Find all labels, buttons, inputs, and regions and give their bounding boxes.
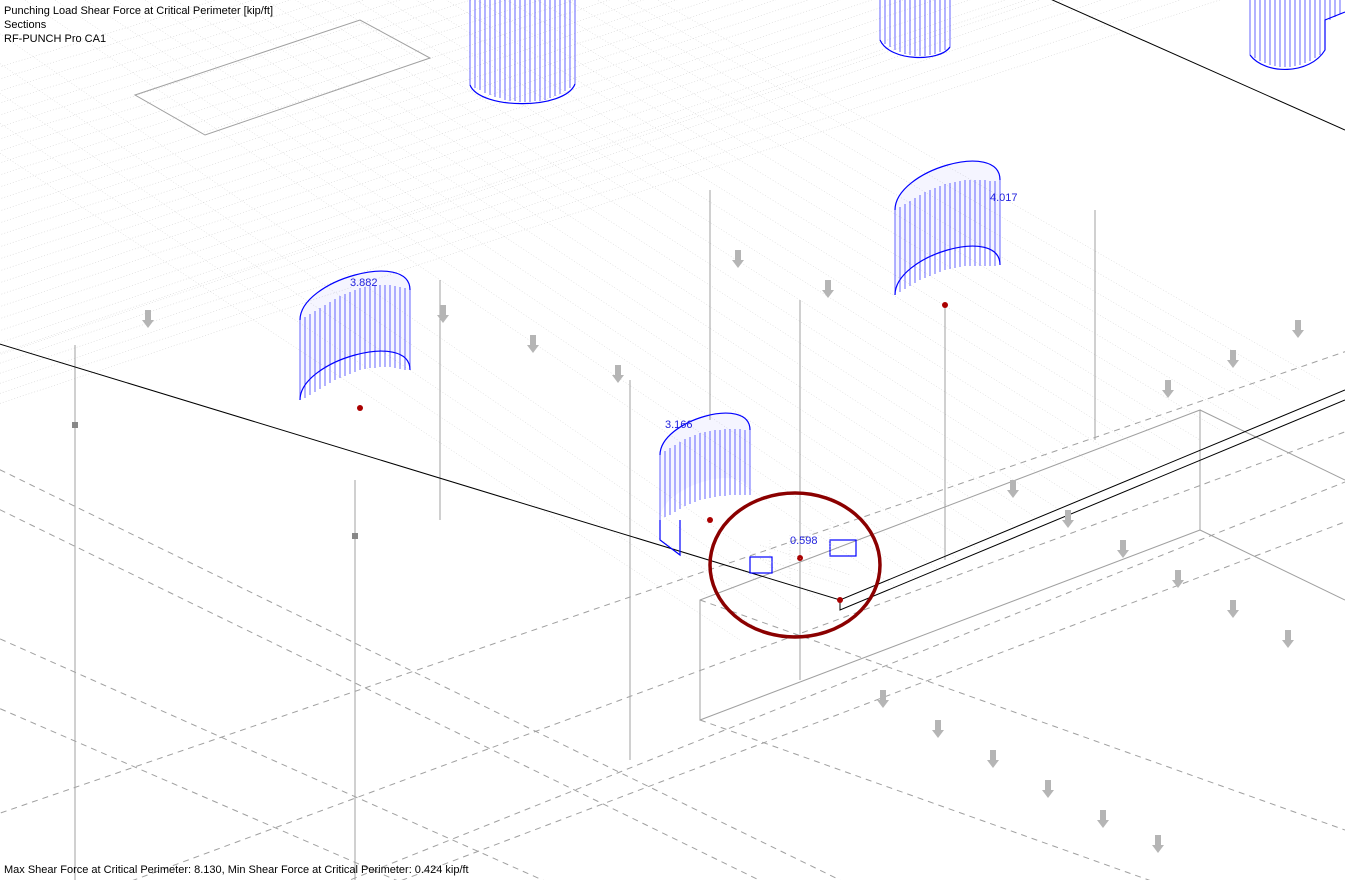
punch-node-1 <box>300 271 410 411</box>
value-label-3: 0.598 <box>790 535 818 547</box>
viewport-3d[interactable] <box>0 0 1345 880</box>
value-label-1: 3.882 <box>350 277 378 289</box>
overlay-title-line2: Sections <box>4 18 46 32</box>
punch-top-cut-1 <box>470 0 575 104</box>
status-bar-text: Max Shear Force at Critical Perimeter: 8… <box>4 864 469 876</box>
punch-top-cut-3 <box>1250 0 1345 69</box>
lower-structure-wireframe <box>0 190 1345 880</box>
value-label-4: 4.017 <box>990 192 1018 204</box>
overlay-title-line1: Punching Load Shear Force at Critical Pe… <box>4 4 273 18</box>
highlight-circle <box>710 493 880 637</box>
slab-mesh-grid <box>0 0 1345 640</box>
punch-node-4 <box>895 161 1000 308</box>
punch-node-2 <box>660 413 750 555</box>
overlay-title-line3: RF-PUNCH Pro CA1 <box>4 32 106 46</box>
punch-top-cut-2 <box>880 0 950 57</box>
value-label-2: 3.166 <box>665 419 693 431</box>
